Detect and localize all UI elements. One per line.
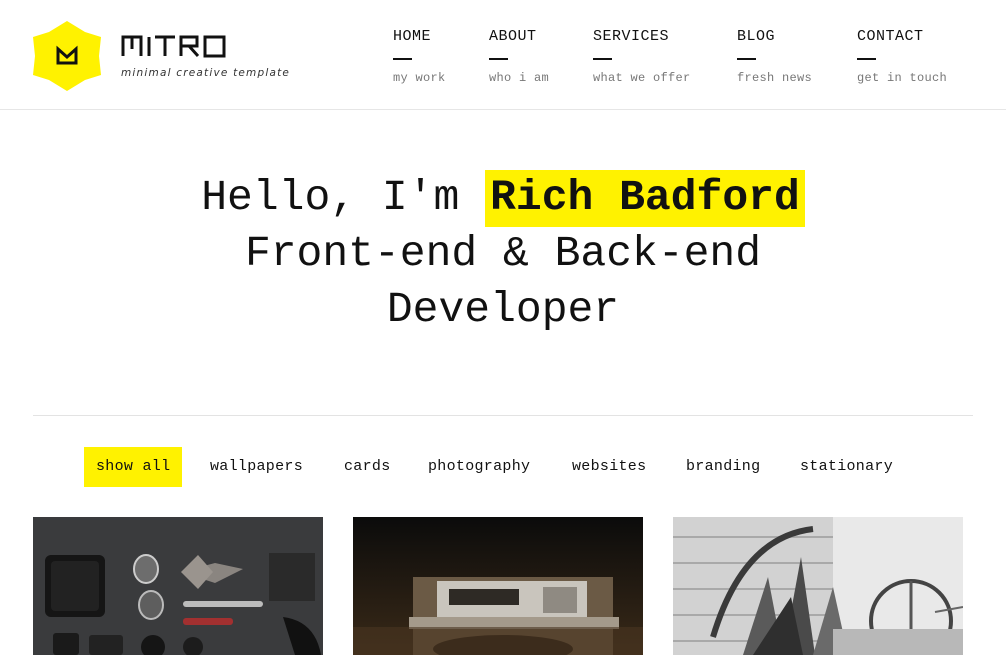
nav-label: ABOUT xyxy=(489,28,537,45)
nav-label: BLOG xyxy=(737,28,776,45)
hero-section: Hello, I'm Rich Badford Front-end & Back… xyxy=(0,170,1006,338)
nav-dash xyxy=(393,58,412,60)
section-divider xyxy=(33,415,973,416)
site-header: minimal creative template HOME my work A… xyxy=(0,0,1006,110)
filter-show-all[interactable]: show all xyxy=(84,447,183,487)
hero-greeting: Hello, I'm xyxy=(201,173,460,222)
filter-wallpapers[interactable]: wallpapers xyxy=(210,447,303,487)
filter-cards[interactable]: cards xyxy=(344,447,391,487)
hero-line-2: Front-end & Back-end xyxy=(244,229,762,278)
nav-item-about[interactable]: ABOUT who i am xyxy=(489,28,549,85)
nav-label: HOME xyxy=(393,28,432,45)
nav-sublabel: my work xyxy=(393,70,446,85)
gallery-item-accessories[interactable] xyxy=(33,517,323,655)
gallery-item-sculpture[interactable] xyxy=(673,517,963,655)
nav-item-services[interactable]: SERVICES what we offer xyxy=(593,28,691,85)
nav-sublabel: who i am xyxy=(489,70,550,85)
nav-sublabel: get in touch xyxy=(857,70,948,85)
camera-photo xyxy=(353,517,643,655)
nav-label: SERVICES xyxy=(593,28,670,45)
nav-dash xyxy=(737,58,756,60)
gallery-item-camera[interactable] xyxy=(353,517,643,655)
nav-label: CONTACT xyxy=(857,28,924,45)
hero-line-1: Hello, I'm Rich Badford xyxy=(0,170,1006,227)
filter-photography[interactable]: photography xyxy=(428,447,530,487)
hero-name-highlight: Rich Badford xyxy=(485,170,805,227)
nav-sublabel: fresh news xyxy=(737,70,813,85)
accessories-photo xyxy=(33,517,323,655)
hero-line-3: Developer xyxy=(386,285,620,334)
nav-item-blog[interactable]: BLOG fresh news xyxy=(737,28,812,85)
nav-dash xyxy=(489,58,508,60)
nav-dash xyxy=(593,58,612,60)
brand-tagline: minimal creative template xyxy=(121,67,291,79)
sculpture-photo xyxy=(673,517,963,655)
crown-hexagon-icon xyxy=(33,21,101,91)
nav-dash xyxy=(857,58,876,60)
logo-wordmark xyxy=(121,35,226,58)
nav-item-home[interactable]: HOME my work xyxy=(393,28,446,85)
nav-sublabel: what we offer xyxy=(593,70,691,85)
filter-stationary[interactable]: stationary xyxy=(800,447,893,487)
filter-websites[interactable]: websites xyxy=(572,447,646,487)
filter-branding[interactable]: branding xyxy=(686,447,760,487)
nav-item-contact[interactable]: CONTACT get in touch xyxy=(857,28,947,85)
